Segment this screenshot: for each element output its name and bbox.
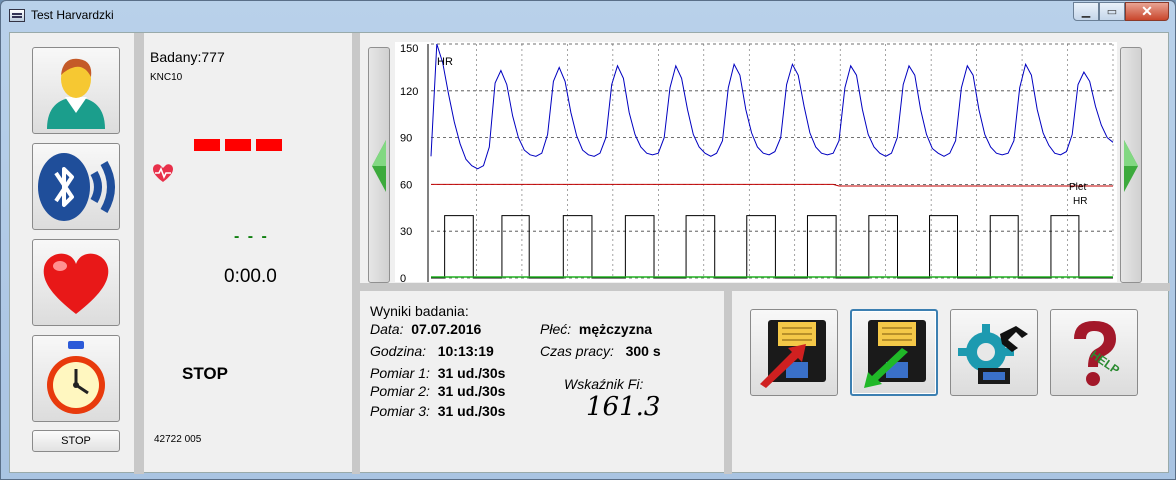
- settings-icon: [958, 323, 1028, 384]
- help-button[interactable]: HELP: [1050, 309, 1138, 396]
- help-icon: HELP: [1074, 320, 1122, 386]
- hr-chart: 150 120 90 60 30 0 HR Plet HR: [400, 43, 1114, 285]
- divider: [724, 291, 732, 474]
- measurement-2-label: Pomiar 2:: [370, 383, 430, 399]
- series-pulse: [431, 215, 1113, 279]
- floppy-import-icon: [864, 319, 926, 388]
- patient-id: Badany:777: [150, 49, 225, 65]
- heart-rate-display: - - -: [234, 228, 269, 245]
- chart-area[interactable]: 150 120 90 60 30 0 HR Plet HR: [395, 42, 1117, 285]
- result-time: Godzina: 10:13:19: [370, 343, 494, 359]
- import-button[interactable]: [850, 309, 938, 396]
- patient-value: 777: [201, 49, 225, 65]
- y-tick-label: 90: [400, 133, 412, 145]
- maximize-icon: ▭: [1106, 6, 1118, 18]
- scroll-right-button[interactable]: [1120, 47, 1142, 283]
- result-date: Data: 07.07.2016: [370, 321, 481, 337]
- result-measurement-1: Pomiar 1: 31 ud./30s: [370, 365, 505, 381]
- label-hr-bottom: HR: [1073, 196, 1087, 207]
- fi-index-label: Wskaźnik Fi:: [564, 376, 644, 392]
- date-label: Data:: [370, 321, 404, 337]
- window-title: Test Harvardzki: [31, 8, 114, 22]
- series-plet: [431, 183, 1113, 187]
- heart-icon: [43, 253, 109, 314]
- scroll-left-button[interactable]: [368, 47, 390, 283]
- close-button[interactable]: ✕: [1125, 2, 1169, 21]
- minimize-icon: ▁: [1081, 6, 1091, 18]
- label-hr-top: HR: [437, 56, 453, 68]
- bluetooth-icon: [38, 152, 115, 221]
- window-controls: ▁ ▭ ✕: [1073, 2, 1169, 21]
- y-tick-label: 60: [400, 179, 412, 191]
- measurement-1-value: 31 ud./30s: [437, 365, 506, 381]
- floppy-export-icon: [760, 319, 826, 388]
- title-bar[interactable]: Test Harvardzki ▁ ▭ ✕: [1, 1, 1175, 31]
- measurement-3-value: 31 ud./30s: [437, 403, 506, 419]
- result-sex: Płeć: mężczyzna: [540, 321, 652, 337]
- label-plet: Plet: [1069, 182, 1086, 193]
- sex-value: mężczyzna: [578, 321, 653, 337]
- heart-button[interactable]: [32, 239, 120, 326]
- divider: [352, 33, 360, 474]
- sex-label: Płeć:: [540, 321, 572, 337]
- work-time-label: Czas pracy:: [540, 343, 614, 359]
- app-icon: [9, 9, 25, 22]
- measurement-3-label: Pomiar 3:: [370, 403, 430, 419]
- result-measurement-3: Pomiar 3: 31 ud./30s: [370, 403, 505, 419]
- timer-display: 0:00.0: [224, 266, 277, 287]
- work-time-value: 300 s: [625, 343, 661, 359]
- state-label: STOP: [182, 364, 228, 383]
- maximize-button[interactable]: ▭: [1099, 2, 1125, 21]
- y-tick-label: 120: [400, 86, 418, 98]
- measurement-2-value: 31 ud./30s: [437, 383, 506, 399]
- results-heading: Wyniki badania:: [370, 303, 469, 319]
- app-window: Test Harvardzki ▁ ▭ ✕ STOP Badany:777 KN…: [0, 0, 1176, 480]
- client-area: STOP Badany:777 KNC10 - - - 0:00.0 STOP …: [9, 32, 1170, 474]
- arrow-left-icon: [372, 140, 386, 192]
- patient-button[interactable]: [32, 47, 120, 134]
- user-icon: [47, 58, 105, 129]
- fi-index-value: 161.3: [586, 392, 661, 422]
- divider: [360, 283, 1170, 291]
- device-code: KNC10: [150, 72, 183, 83]
- stopwatch-button[interactable]: [32, 335, 120, 422]
- patient-label: Badany:: [150, 49, 202, 65]
- y-tick-label: 30: [400, 226, 412, 238]
- settings-button[interactable]: [950, 309, 1038, 396]
- close-icon: ✕: [1141, 3, 1153, 19]
- result-work-time: Czas pracy: 300 s: [540, 343, 661, 359]
- bluetooth-button[interactable]: [32, 143, 120, 230]
- serial-number: 42722 005: [154, 434, 202, 445]
- stopwatch-icon: [47, 340, 105, 414]
- series-hr: [430, 43, 1114, 170]
- date-value: 07.07.2016: [411, 321, 482, 337]
- heartbeat-icon: [152, 163, 174, 188]
- result-measurement-2: Pomiar 2: 31 ud./30s: [370, 383, 505, 399]
- time-label: Godzina:: [370, 343, 427, 359]
- time-value: 10:13:19: [437, 343, 494, 359]
- minimize-button[interactable]: ▁: [1073, 2, 1099, 21]
- measurement-1-label: Pomiar 1:: [370, 365, 430, 381]
- y-tick-label: 0: [400, 273, 406, 282]
- arrow-right-icon: [1124, 140, 1138, 192]
- y-tick-label: 150: [400, 43, 418, 55]
- stop-button[interactable]: STOP: [32, 430, 120, 452]
- rate-bars: [194, 139, 282, 151]
- export-button[interactable]: [750, 309, 838, 396]
- divider: [134, 33, 144, 474]
